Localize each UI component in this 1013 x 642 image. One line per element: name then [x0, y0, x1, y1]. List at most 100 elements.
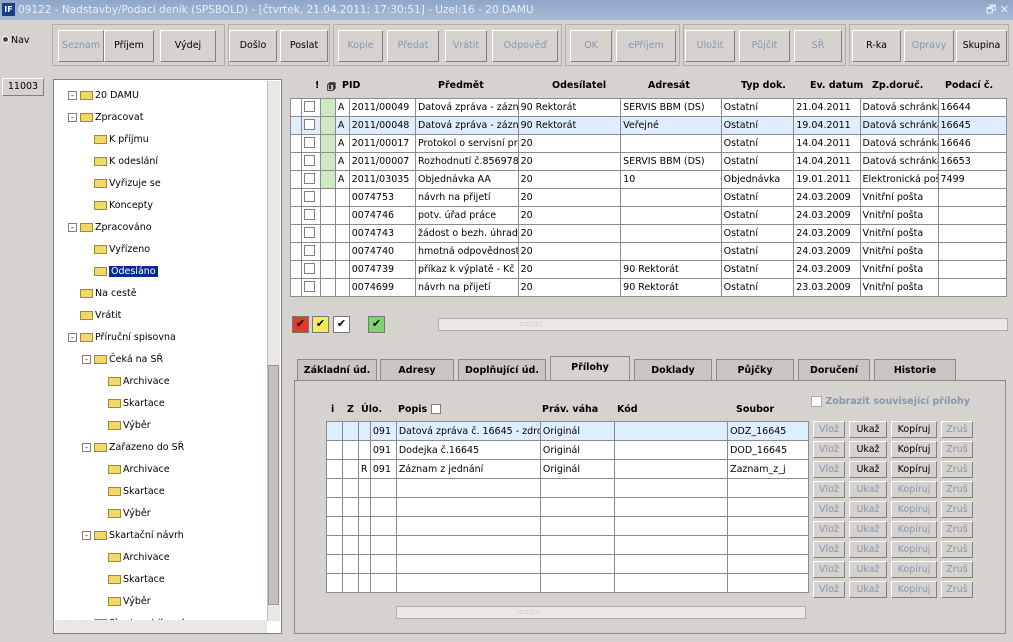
- tree-horizontal-scrollbar[interactable]: [55, 620, 267, 633]
- att-cell-ulo[interactable]: [369, 535, 397, 555]
- tree-node[interactable]: - Zpracovat: [68, 110, 143, 126]
- att-cell-file[interactable]: [727, 497, 809, 517]
- nav-toggle[interactable]: Nav: [2, 35, 30, 46]
- att-insert-button[interactable]: Vlož: [813, 421, 845, 438]
- att-cell-i[interactable]: [341, 459, 359, 479]
- att-copy-button[interactable]: Kopíruj: [891, 501, 937, 518]
- tree-node[interactable]: - 20 DAMU: [68, 88, 139, 104]
- row-marker[interactable]: [290, 98, 302, 117]
- att-cell-i[interactable]: [341, 573, 359, 593]
- toolbar-button-7[interactable]: Vrátit: [445, 30, 487, 62]
- toolbar-button-8[interactable]: Odpověď: [492, 30, 558, 62]
- toolbar-button-16[interactable]: Skupina: [956, 30, 1007, 62]
- att-row[interactable]: [326, 573, 809, 593]
- att-cell-z[interactable]: [357, 440, 371, 460]
- tree-node[interactable]: - Příruční spisovna: [68, 330, 176, 346]
- toolbar-button-15[interactable]: Opravy: [904, 30, 954, 62]
- att-copy-button[interactable]: Kopíruj: [891, 481, 937, 498]
- tree-node[interactable]: Skartace: [108, 484, 165, 500]
- toolbar-button-5[interactable]: Kopie: [338, 30, 383, 62]
- att-cell-legal[interactable]: Originál: [539, 421, 615, 441]
- row-checkbox[interactable]: [300, 260, 321, 279]
- att-cell-marker[interactable]: [326, 516, 343, 536]
- checkbox-icon[interactable]: [303, 226, 315, 238]
- att-cell-z[interactable]: [357, 497, 371, 517]
- checkbox-icon[interactable]: [303, 100, 315, 112]
- col-pid[interactable]: PID: [342, 80, 360, 91]
- att-show-button[interactable]: Ukaž: [849, 481, 887, 498]
- att-cell-file[interactable]: Zaznam_z_j: [727, 459, 809, 479]
- att-cell-code[interactable]: [613, 478, 729, 498]
- row-marker[interactable]: [290, 278, 302, 297]
- att-cancel-button[interactable]: Zruš: [941, 521, 973, 538]
- grid-row[interactable]: 0074740 hmotná odpovědnost E 20 Ostatní 24.0…: [290, 242, 1008, 261]
- toolbar-button-2[interactable]: Výdej: [160, 30, 216, 62]
- att-cancel-button[interactable]: Zruš: [941, 581, 973, 598]
- col-delivery[interactable]: Zp.doruč.: [872, 80, 923, 91]
- grid-row[interactable]: A2011/00049Datová zpráva - záznam90 Rekt…: [290, 98, 1008, 117]
- col-number[interactable]: Podací č.: [945, 80, 993, 91]
- checkbox-icon[interactable]: [303, 208, 315, 220]
- att-cell-z[interactable]: [357, 554, 371, 574]
- att-cell-z[interactable]: [357, 421, 371, 441]
- att-cell-i[interactable]: [341, 440, 359, 460]
- tree-node[interactable]: - Zařazeno do SŘ: [82, 440, 184, 456]
- att-cell-i[interactable]: [341, 478, 359, 498]
- att-copy-button[interactable]: Kopíruj: [891, 541, 937, 558]
- tab-7[interactable]: Historie: [874, 359, 956, 381]
- att-show-button[interactable]: Ukaž: [849, 421, 887, 438]
- grid-horizontal-scrollbar[interactable]: ::::::::::: [438, 318, 1008, 331]
- att-insert-button[interactable]: Vlož: [813, 481, 845, 498]
- att-cell-desc[interactable]: Dodejka č.16645: [395, 440, 541, 460]
- att-cell-code[interactable]: [613, 459, 729, 479]
- att-cell-legal[interactable]: [539, 573, 615, 593]
- expand-toggle-icon[interactable]: -: [68, 333, 77, 342]
- att-insert-button[interactable]: Vlož: [813, 461, 845, 478]
- tree-node[interactable]: - Zpracováno: [68, 220, 152, 236]
- grid-row[interactable]: 0074753 návrh na přijetí 20 Ostatní 24.03.20…: [290, 188, 1008, 207]
- checkbox-icon[interactable]: [303, 154, 315, 166]
- att-cell-file[interactable]: [727, 554, 809, 574]
- checkbox-icon[interactable]: [303, 118, 315, 130]
- grid-row[interactable]: 0074739 příkaz k výplatě - Kč 1 20 90 Rekto…: [290, 260, 1008, 279]
- expand-toggle-icon[interactable]: -: [82, 531, 91, 540]
- att-cell-z[interactable]: R: [357, 459, 371, 479]
- col-sender[interactable]: Odesílatel: [552, 80, 606, 91]
- row-checkbox[interactable]: [300, 206, 321, 225]
- tree-node[interactable]: K příjmu: [94, 132, 149, 148]
- att-cell-ulo[interactable]: [369, 478, 397, 498]
- att-row[interactable]: [326, 478, 809, 498]
- att-cell-desc[interactable]: [395, 497, 541, 517]
- row-checkbox[interactable]: [300, 242, 321, 261]
- tree-node[interactable]: Skartace: [108, 572, 165, 588]
- tree-node[interactable]: Archivace: [108, 462, 170, 478]
- grid-row[interactable]: A2011/00048Datová zpráva - záznam90 Rekt…: [290, 116, 1008, 135]
- att-show-button[interactable]: Ukaž: [849, 541, 887, 558]
- att-show-button[interactable]: Ukaž: [849, 561, 887, 578]
- att-cell-legal[interactable]: [539, 535, 615, 555]
- row-checkbox[interactable]: [300, 98, 321, 117]
- toolbar-button-10[interactable]: ePříjem: [616, 30, 676, 62]
- col-addressee[interactable]: Adresát: [648, 80, 690, 91]
- toolbar-button-14[interactable]: R-ka: [852, 30, 901, 62]
- col-type[interactable]: Typ dok.: [741, 80, 786, 91]
- row-checkbox[interactable]: [300, 152, 321, 171]
- record-id[interactable]: 11003: [2, 78, 44, 96]
- expand-toggle-icon[interactable]: -: [68, 91, 77, 100]
- att-cancel-button[interactable]: Zruš: [941, 461, 973, 478]
- checkbox-icon[interactable]: [303, 190, 315, 202]
- toolbar-button-13[interactable]: SŘ: [794, 30, 842, 62]
- att-cell-marker[interactable]: [326, 554, 343, 574]
- att-copy-button[interactable]: Kopíruj: [891, 581, 937, 598]
- att-cell-marker[interactable]: [326, 440, 343, 460]
- att-show-button[interactable]: Ukaž: [849, 521, 887, 538]
- row-checkbox[interactable]: [300, 116, 321, 135]
- checkbox-icon[interactable]: [303, 172, 315, 184]
- att-cancel-button[interactable]: Zruš: [941, 541, 973, 558]
- att-cell-file[interactable]: [727, 573, 809, 593]
- att-row[interactable]: [326, 554, 809, 574]
- att-cell-ulo[interactable]: [369, 497, 397, 517]
- att-cell-file[interactable]: [727, 478, 809, 498]
- att-cell-legal[interactable]: [539, 478, 615, 498]
- att-cancel-button[interactable]: Zruš: [941, 441, 973, 458]
